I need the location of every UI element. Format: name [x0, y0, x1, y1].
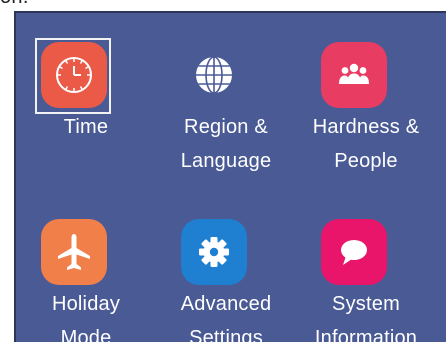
- top-caption: on.: [0, 0, 29, 9]
- globe-icon: [181, 42, 247, 108]
- tile-label: System Information: [314, 293, 418, 342]
- tile-time[interactable]: Time: [16, 13, 156, 163]
- tile-label: Advanced Settings: [180, 293, 272, 342]
- speech-bubble-icon: [321, 219, 387, 285]
- tile-label: Time: [63, 116, 109, 138]
- tile-label: Region & Language: [180, 116, 272, 172]
- settings-panel: Time Region & Language Hardness & People…: [14, 11, 446, 342]
- tile-advanced-settings[interactable]: Advanced Settings: [156, 190, 296, 342]
- tile-system-information[interactable]: System Information: [296, 190, 436, 342]
- people-icon: [321, 42, 387, 108]
- tile-label: Hardness & People: [312, 116, 420, 172]
- clock-icon: [41, 42, 107, 108]
- tile-hardness-people[interactable]: Hardness & People: [296, 13, 436, 172]
- gear-icon: [181, 219, 247, 285]
- tile-label: Holiday Mode: [51, 293, 121, 342]
- tile-region-language[interactable]: Region & Language: [156, 13, 296, 172]
- tile-holiday-mode[interactable]: Holiday Mode: [16, 190, 156, 342]
- airplane-icon: [41, 219, 107, 285]
